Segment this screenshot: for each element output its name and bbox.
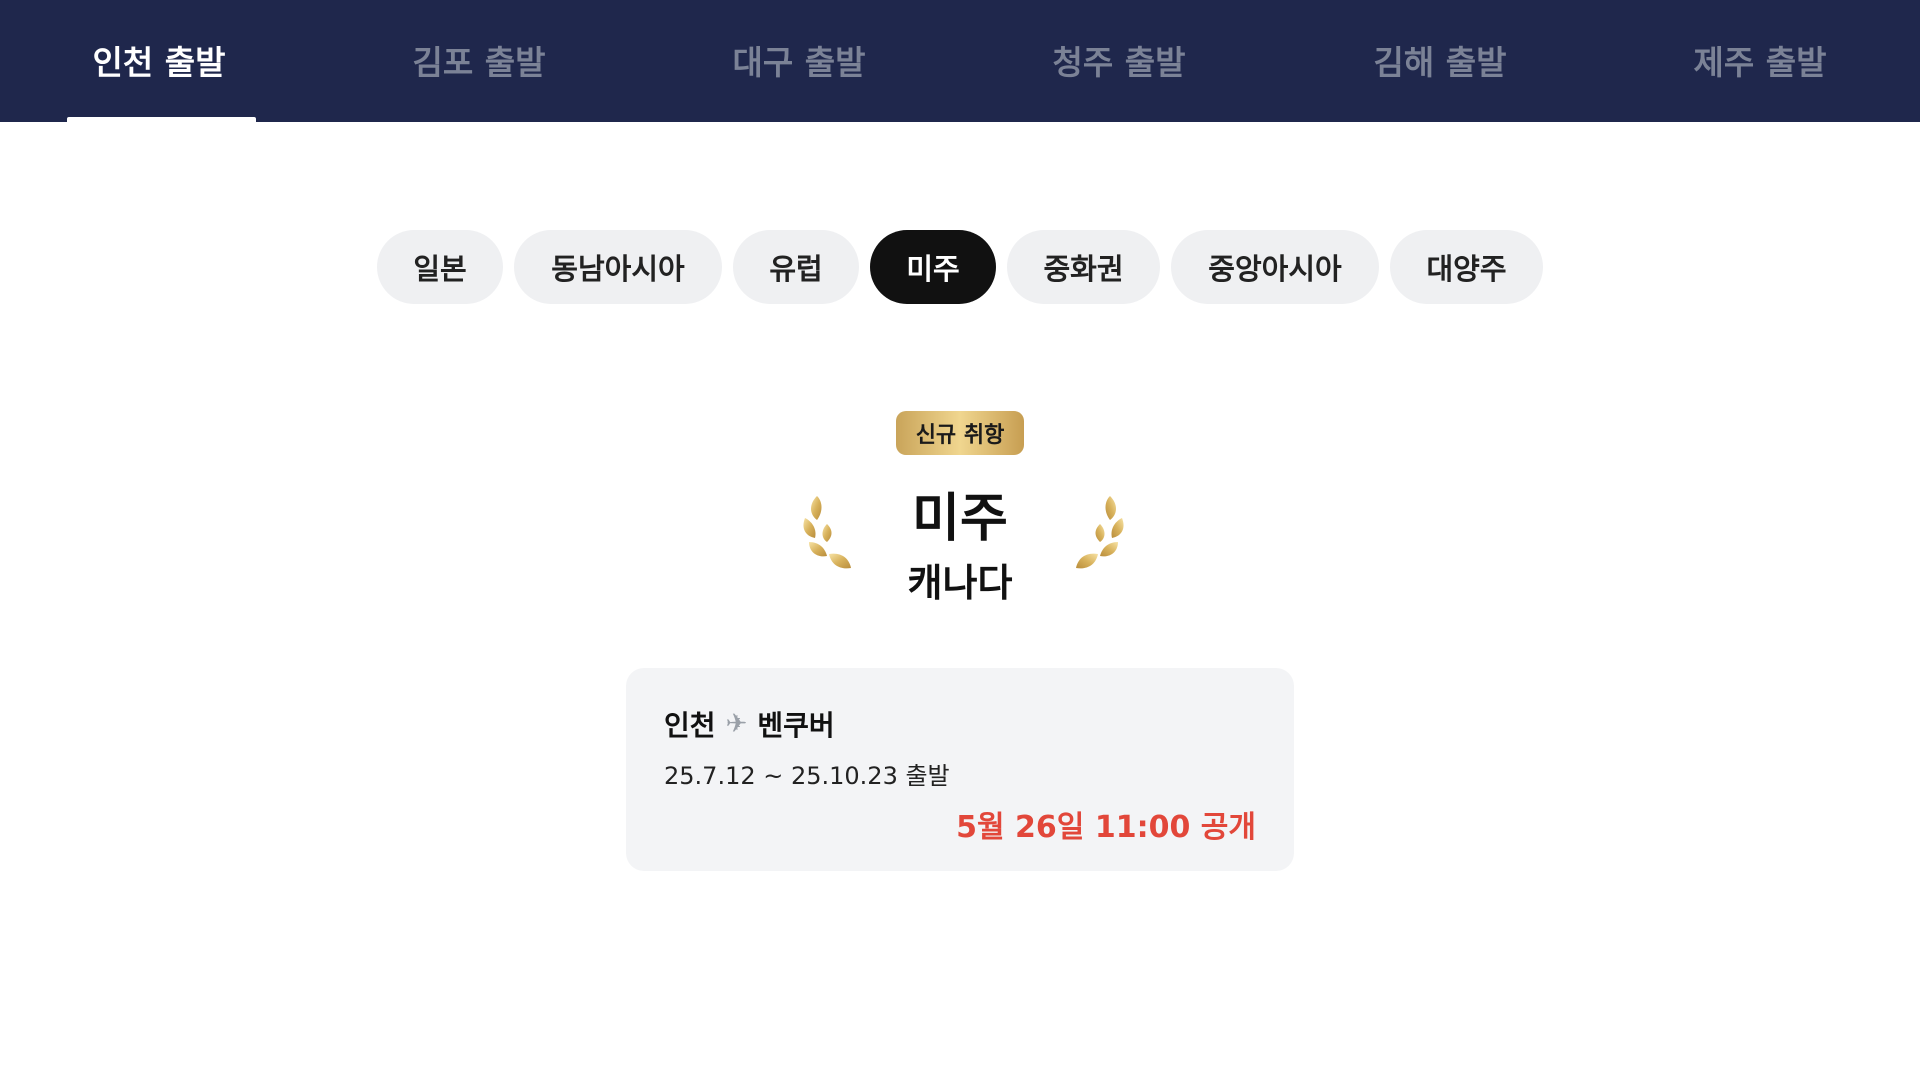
tab-cheongju[interactable]: 청주 출발	[999, 0, 1239, 122]
open-time: 5월 26일 11:00 공개	[956, 810, 1256, 845]
region-filter: 일본 동남아시아 유럽 미주 중화권 중앙아시아 대양주	[0, 230, 1920, 304]
chip-oceania[interactable]: 대양주	[1390, 230, 1543, 304]
tab-incheon[interactable]: 인천 출발	[39, 0, 279, 122]
tab-gimhae[interactable]: 김해 출발	[1320, 0, 1560, 122]
route-card[interactable]: 인천 ✈ 벤쿠버 25.7.12 ~ 25.10.23 출발 5월 26일 11…	[626, 668, 1294, 871]
chip-central-asia[interactable]: 중앙아시아	[1171, 230, 1379, 304]
tab-gimpo[interactable]: 김포 출발	[359, 0, 599, 122]
chip-greater-china[interactable]: 중화권	[1007, 230, 1160, 304]
chip-japan[interactable]: 일본	[377, 230, 503, 304]
departure-period: 25.7.12 ~ 25.10.23 출발	[664, 762, 950, 790]
chip-europe[interactable]: 유럽	[733, 230, 859, 304]
tab-jeju[interactable]: 제주 출발	[1640, 0, 1880, 122]
new-route-badge: 신규 취항	[896, 411, 1024, 455]
origin-city: 인천	[664, 709, 716, 742]
destination-city: 벤쿠버	[757, 709, 835, 742]
chip-southeast-asia[interactable]: 동남아시아	[514, 230, 722, 304]
chip-americas[interactable]: 미주	[870, 230, 996, 304]
route-line: 인천 ✈ 벤쿠버	[664, 704, 835, 744]
plane-icon: ✈	[725, 709, 748, 739]
laurel-right-icon	[1076, 496, 1124, 569]
active-tab-indicator	[67, 117, 256, 122]
tab-daegu[interactable]: 대구 출발	[679, 0, 919, 122]
departure-nav: 인천 출발 김포 출발 대구 출발 청주 출발 김해 출발 제주 출발	[0, 0, 1920, 122]
